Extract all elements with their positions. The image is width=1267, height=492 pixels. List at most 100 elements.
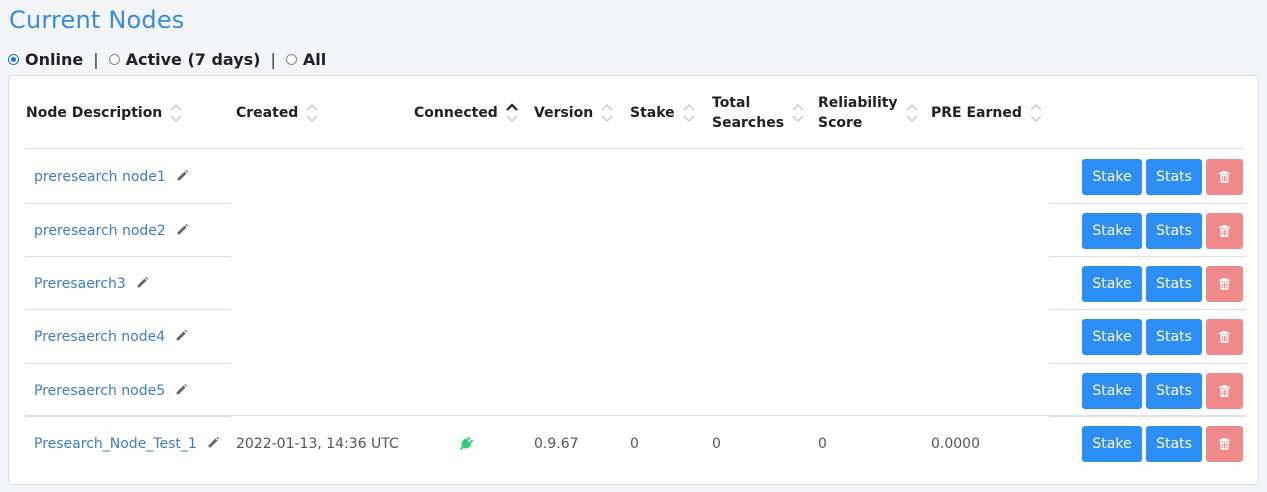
pencil-icon[interactable] (176, 223, 189, 240)
pencil-icon[interactable] (176, 169, 189, 186)
filter-label: Active (7 days) (125, 49, 261, 69)
plug-icon (458, 434, 474, 454)
sort-chevrons-icon[interactable] (792, 103, 804, 123)
stats-button[interactable]: Stats (1146, 373, 1202, 409)
row-divider (25, 416, 231, 417)
column-header-label-line2: Score (818, 115, 863, 131)
table-row-description: Preresaerch node5 (34, 381, 188, 401)
node-filter-group: Online | Active (7 days) | All (8, 48, 326, 70)
column-header-node-description[interactable]: Node Description (26, 76, 182, 150)
page-title: Current Nodes (9, 6, 185, 34)
stake-button[interactable]: Stake (1082, 426, 1142, 462)
column-header-label-line2: Searches (712, 115, 785, 131)
table-row-description: preresearch node1 (34, 167, 189, 187)
node-name-link[interactable]: Preresaerch3 (34, 276, 126, 292)
sort-chevrons-icon[interactable] (306, 103, 318, 123)
column-header-label: Connected (414, 105, 498, 121)
row-divider (25, 256, 231, 257)
sort-chevrons-icon[interactable] (170, 103, 182, 123)
node-name-link[interactable]: preresearch node1 (34, 169, 166, 185)
filter-label: Online (25, 49, 84, 69)
trash-icon (1219, 331, 1230, 343)
node-name-link[interactable]: preresearch node2 (34, 223, 166, 239)
sort-chevrons-icon[interactable] (506, 103, 518, 123)
radio-button[interactable] (285, 53, 297, 65)
column-header-label-line1: Total (712, 95, 751, 111)
column-header-label: PRE Earned (931, 105, 1022, 121)
row-divider (25, 309, 231, 310)
column-header-connected[interactable]: Connected (414, 76, 518, 150)
pencil-icon[interactable] (207, 436, 220, 453)
stats-button[interactable]: Stats (1146, 319, 1202, 355)
sort-chevrons-icon[interactable] (683, 103, 695, 123)
delete-button[interactable] (1206, 373, 1243, 409)
pencil-icon[interactable] (136, 276, 149, 293)
trash-icon (1219, 278, 1230, 290)
total-searches-cell: 0 (712, 436, 721, 452)
filter-separator: | (270, 49, 276, 69)
delete-button[interactable] (1206, 159, 1243, 195)
trash-icon (1219, 438, 1230, 450)
table-row-description: Preresaerch3 (34, 274, 149, 294)
column-header-reliability[interactable]: Reliability Score (818, 76, 918, 150)
stats-button[interactable]: Stats (1146, 266, 1202, 302)
column-header-total[interactable]: Total Searches (712, 76, 804, 150)
delete-button[interactable] (1206, 426, 1243, 462)
trash-icon (1219, 225, 1230, 237)
row-divider (25, 363, 231, 364)
stake-cell: 0 (630, 436, 639, 452)
column-header-label: Reliability Score (818, 93, 898, 133)
filter-label: All (302, 49, 327, 69)
nodes-table-card: Node Description Created Connected Version S… (8, 75, 1259, 485)
pencil-icon[interactable] (175, 383, 188, 400)
row-divider (1049, 203, 1246, 204)
row-divider (1049, 416, 1246, 417)
sort-chevrons-icon[interactable] (601, 103, 613, 123)
column-header-label: Stake (630, 105, 675, 121)
delete-button[interactable] (1206, 213, 1243, 249)
reliability-cell: 0 (818, 436, 827, 452)
filter-online[interactable]: Online (8, 50, 83, 69)
column-header-label: Version (534, 105, 594, 121)
column-header-stake[interactable]: Stake (630, 76, 695, 150)
trash-icon (1219, 385, 1230, 397)
stake-button[interactable]: Stake (1082, 159, 1142, 195)
delete-button[interactable] (1206, 319, 1243, 355)
row-divider (1049, 309, 1246, 310)
radio-button[interactable] (8, 53, 19, 65)
pre-earned-cell: 0.0000 (931, 436, 980, 452)
row-divider (1049, 363, 1246, 364)
column-header-created[interactable]: Created (236, 76, 318, 150)
trash-icon (1219, 171, 1230, 183)
stats-button[interactable]: Stats (1146, 159, 1202, 195)
column-header-pre-earned[interactable]: PRE Earned (931, 76, 1042, 150)
column-header-version[interactable]: Version (534, 76, 613, 150)
filter-all[interactable]: All (285, 49, 327, 69)
created-cell: 2022-01-13, 14:36 UTC (236, 436, 399, 452)
column-header-label: Total Searches (712, 93, 784, 133)
table-row-description: preresearch node2 (34, 221, 189, 241)
delete-button[interactable] (1206, 266, 1243, 302)
row-divider (25, 203, 231, 204)
sort-chevrons-icon[interactable] (906, 103, 918, 123)
stake-button[interactable]: Stake (1082, 373, 1142, 409)
version-cell: 0.9.67 (534, 436, 579, 452)
column-header-label: Created (236, 105, 299, 121)
column-header-label: Node Description (26, 105, 163, 121)
stake-button[interactable]: Stake (1082, 213, 1142, 249)
column-header-label-line1: Reliability (818, 95, 898, 111)
pencil-icon[interactable] (175, 329, 188, 346)
stake-button[interactable]: Stake (1082, 319, 1142, 355)
stats-button[interactable]: Stats (1146, 426, 1202, 462)
radio-button[interactable] (108, 53, 120, 65)
stake-button[interactable]: Stake (1082, 266, 1142, 302)
row-divider (1049, 256, 1246, 257)
stats-button[interactable]: Stats (1146, 213, 1202, 249)
node-name-link[interactable]: Presearch_Node_Test_1 (34, 436, 197, 452)
node-name-link[interactable]: Preresaerch node5 (34, 383, 165, 399)
sort-chevrons-icon[interactable] (1030, 103, 1042, 123)
filter-separator: | (93, 49, 99, 69)
table-row-description: Presearch_Node_Test_1 (34, 434, 220, 454)
filter-active-7-days[interactable]: Active (7 days) (108, 49, 261, 69)
node-name-link[interactable]: Preresaerch node4 (34, 329, 165, 345)
